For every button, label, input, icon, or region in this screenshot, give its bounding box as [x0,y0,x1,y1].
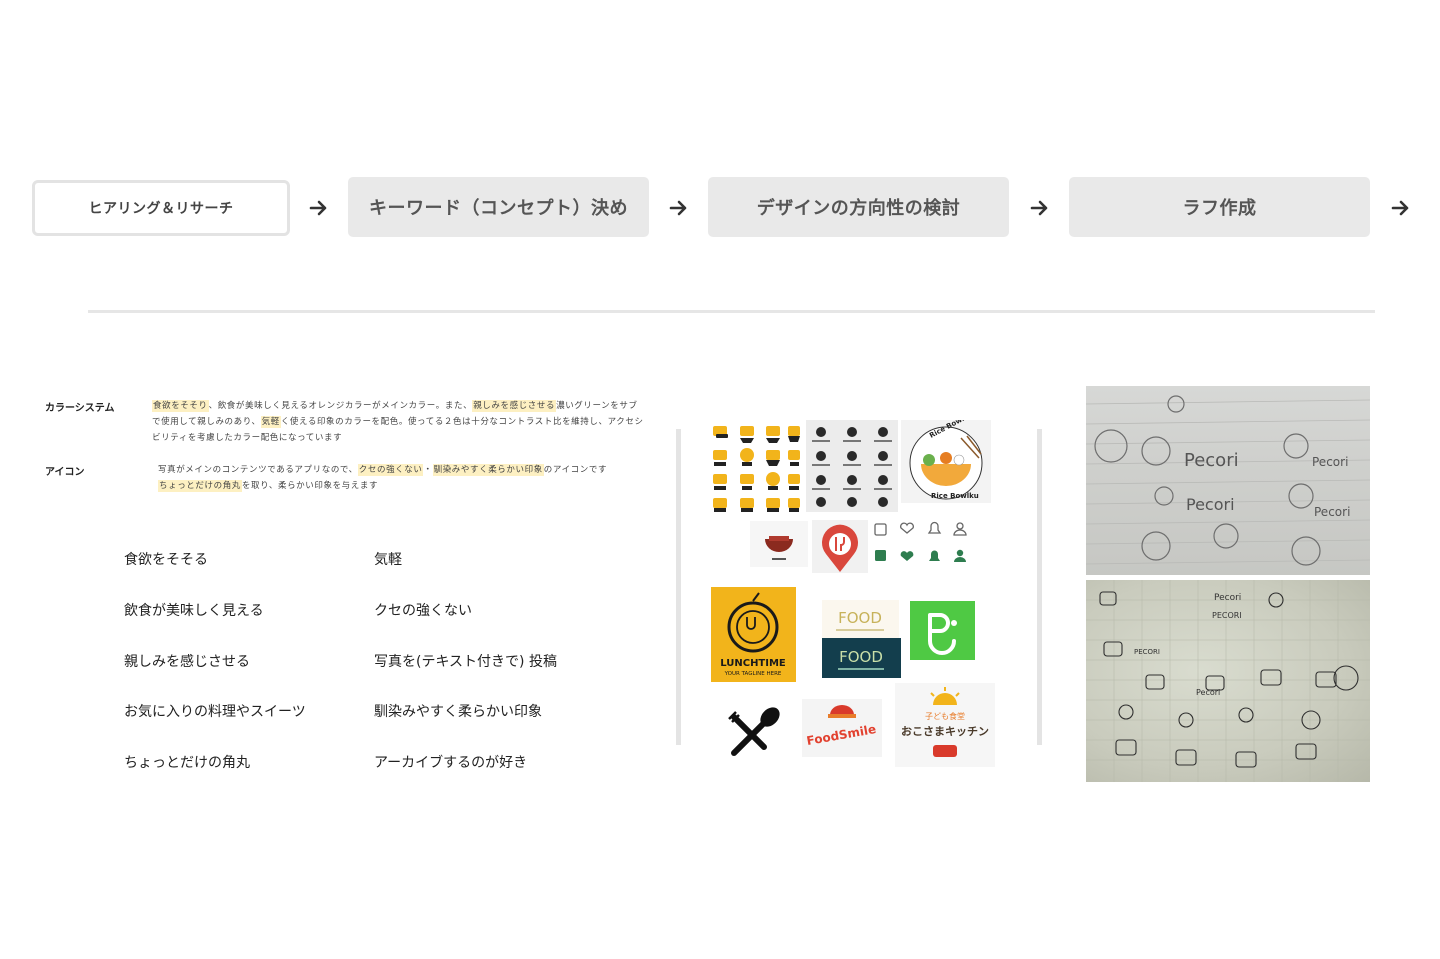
mono-logo-grid-image [806,420,898,512]
sketch-word: PECORI [1134,648,1160,656]
arrow-right-icon [309,200,327,216]
fork-spoon-icon [724,707,782,761]
rough-sketch-photo-2: Pecori PECORI PECORI Pecori [1086,580,1370,782]
sketch-word: Pecori [1196,688,1220,697]
okosama-kitchen-logo-image: 子ども食堂 おこさまキッチン [895,683,995,767]
sketch-word: Pecori [1314,505,1350,519]
sketch-word: Pecori [1184,450,1239,471]
keyword-item: 親しみを感じさせる [124,654,250,670]
keyword-item: 食欲をそそる [124,552,208,568]
keyword-item: クセの強くない [374,603,472,619]
arrow-right-icon [1030,200,1048,216]
food-logo-1-text: FOOD [838,609,882,627]
okosama-sub-text: 子ども食堂 [925,711,965,721]
map-pin-logo-image [812,520,868,573]
rice-logo-bottom-text: Rice Bowlku [931,492,979,500]
keyword-item: アーカイブするのが好き [374,755,528,771]
color-system-label: カラーシステム [45,403,115,414]
rough-sketch-photo-1: Pecori Pecori Pecori Pecori [1085,386,1371,575]
keyword-item: 気軽 [374,552,402,568]
color-system-text: 食欲をそそり、飲食が美味しく見えるオレンジカラーがメインカラー。また、親しみを感… [152,400,644,443]
green-smile-logo-image [910,601,975,660]
arrow-right-icon [1391,200,1409,216]
arrow-right-icon [669,200,687,216]
step-rough-sketch[interactable]: ラフ作成 [1069,177,1370,237]
ui-icon-set-image [870,519,970,571]
moodboard-left-bar [676,429,681,745]
step-hearing-research[interactable]: ヒアリング＆リサーチ [32,180,290,236]
step-label: ヒアリング＆リサーチ [88,201,234,217]
moodboard-right-bar [1037,429,1042,745]
section-divider [88,310,1375,313]
icon-text: 写真がメインのコンテンツであるアプリなので、クセの強くない・馴染みやすく柔らかい… [158,464,608,492]
keyword-item: ちょっとだけの角丸 [124,755,250,771]
keyword-item: 写真を(テキスト付きで) 投稿 [374,654,557,670]
lunchtime-tagline: YOUR TAGLINE HERE [724,671,782,677]
keyword-item: お気に入りの料理やスイーツ [124,704,306,720]
sketch-word: PECORI [1212,611,1242,620]
food-logo-dark-image: FOOD [822,638,901,678]
foodsmile-logo-image: FoodSmile [802,699,882,757]
food-logo-2-text: FOOD [839,648,883,666]
step-design-direction[interactable]: デザインの方向性の検討 [708,177,1009,237]
sketch-word: Pecori [1186,495,1235,514]
food-logo-light-image: FOOD [822,600,899,638]
food-icon-grid-image [710,420,803,515]
keyword-item: 馴染みやすく柔らかい印象 [374,704,542,720]
bowl-logo-image [750,521,808,567]
okosama-title-text: おこさまキッチン [901,725,989,738]
sketch-word: Pecori [1312,455,1348,469]
rice-bowlku-logo-image: Rice Bowlku Rice Bowlku [901,420,991,503]
step-label: ラフ作成 [1182,198,1257,219]
step-keyword-concept[interactable]: キーワード（コンセプト）決め [348,177,649,237]
foodsmile-text: FoodSmile [805,722,877,748]
step-label: デザインの方向性の検討 [756,198,961,219]
lunchtime-logo-image: LUNCHTIME YOUR TAGLINE HERE [711,587,796,682]
keyword-item: 飲食が美味しく見える [124,603,264,619]
icon-label: アイコン [45,467,85,478]
step-label: キーワード（コンセプト）決め [369,198,628,219]
lunchtime-title: LUNCHTIME [720,658,786,669]
sketch-word: Pecori [1214,593,1241,603]
